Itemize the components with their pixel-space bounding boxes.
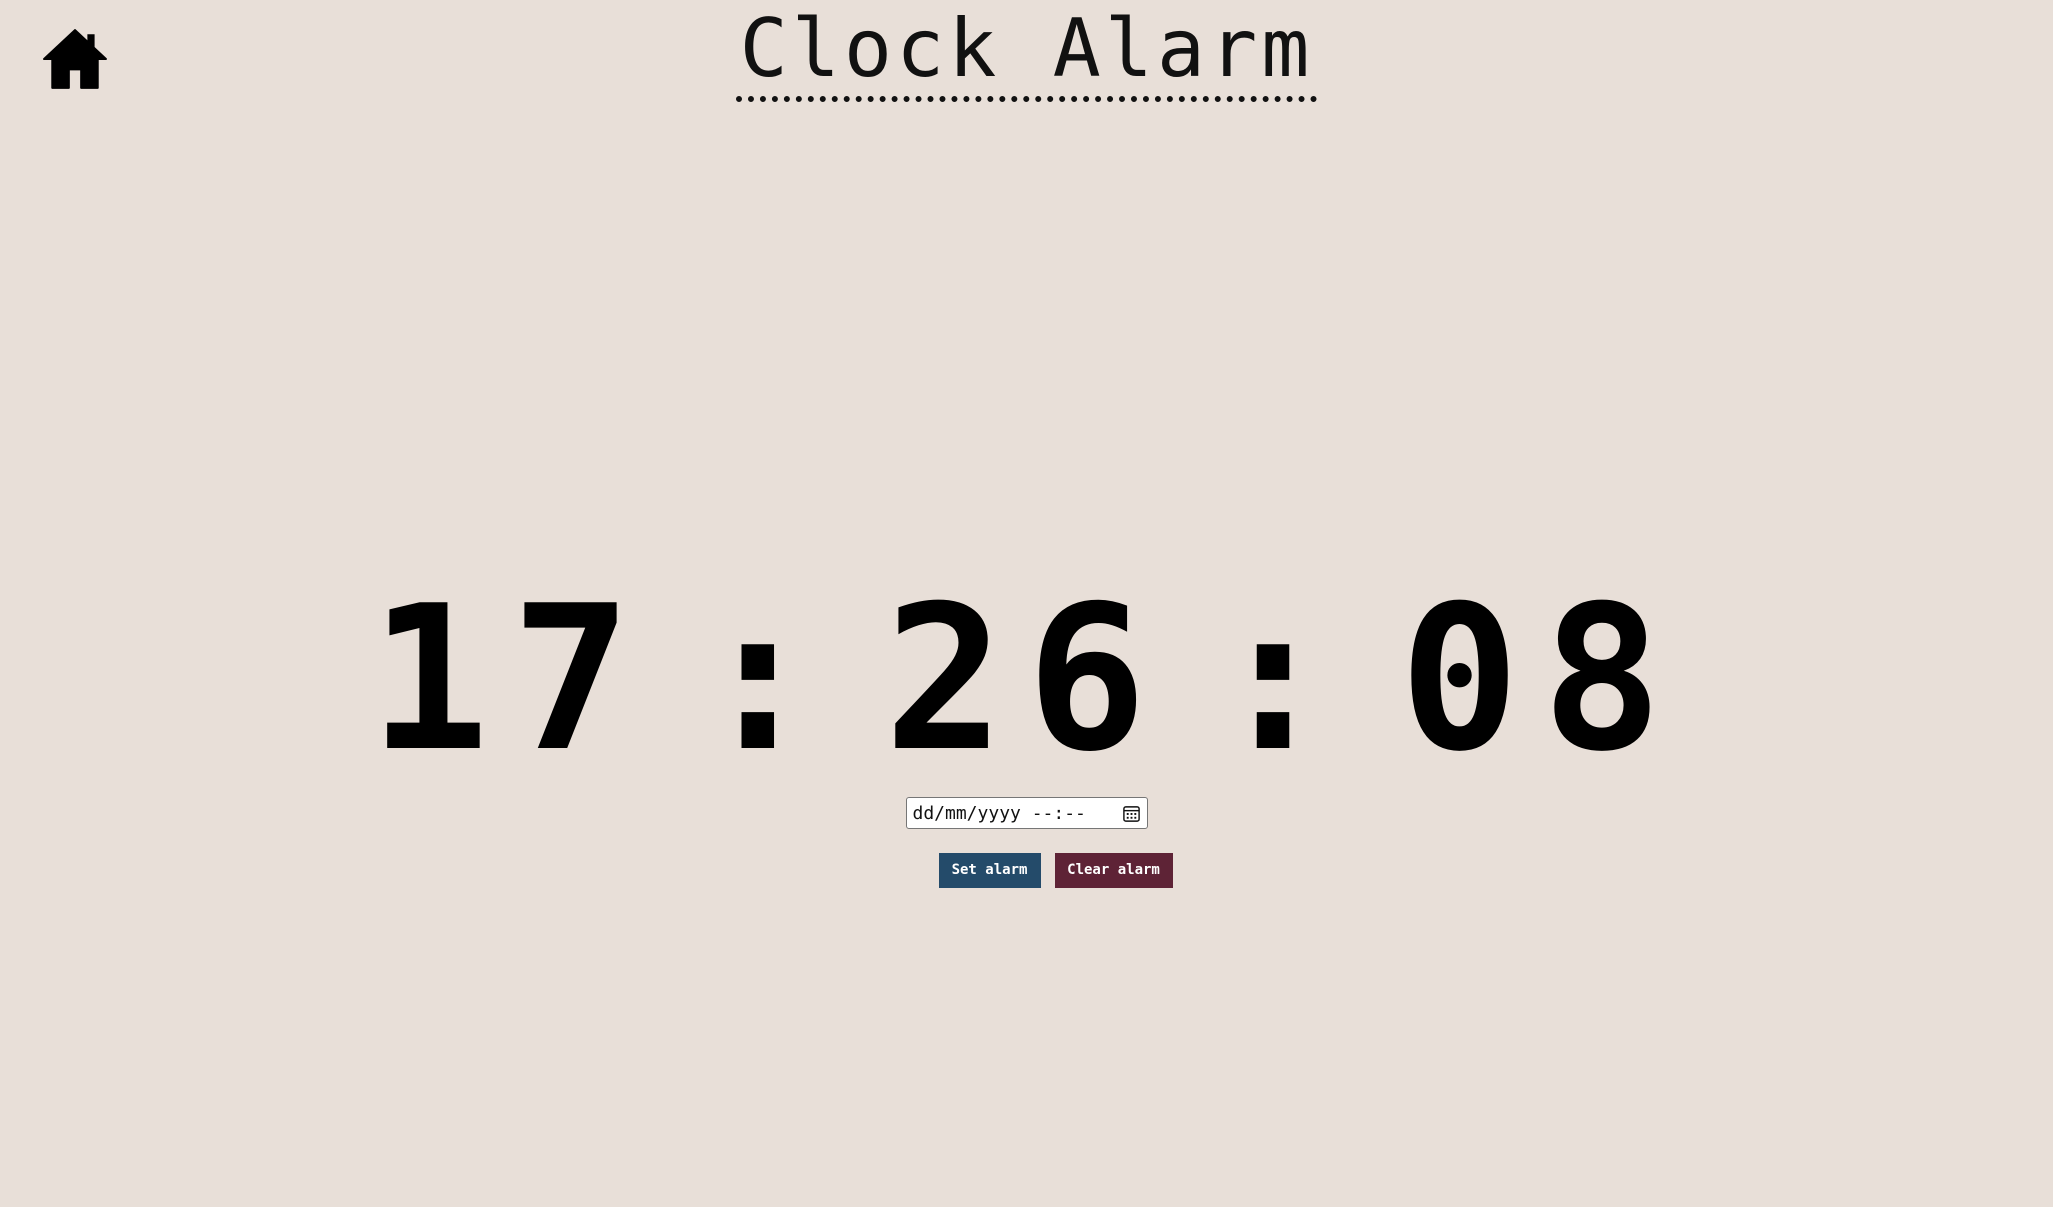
alarm-datetime-field[interactable] <box>905 797 1148 829</box>
clock-seconds: 08 <box>1399 563 1685 796</box>
page-title: Clock Alarm <box>735 4 1318 102</box>
alarm-datetime-input[interactable] <box>906 798 1113 828</box>
clear-alarm-button[interactable]: Clear alarm <box>1054 853 1173 888</box>
clock-display: 17:26:08 <box>0 560 2053 800</box>
clock-hours: 17 <box>368 563 654 796</box>
alarm-buttons: Set alarm Clear alarm <box>0 853 2053 888</box>
calendar-icon[interactable] <box>1122 804 1141 823</box>
clock-separator: : <box>697 563 841 796</box>
set-alarm-button[interactable]: Set alarm <box>938 853 1041 888</box>
alarm-controls <box>0 797 2053 829</box>
clock-minutes: 26 <box>884 563 1169 796</box>
clock-separator: : <box>1212 563 1356 796</box>
page-title-wrap: Clock Alarm <box>0 4 2053 104</box>
